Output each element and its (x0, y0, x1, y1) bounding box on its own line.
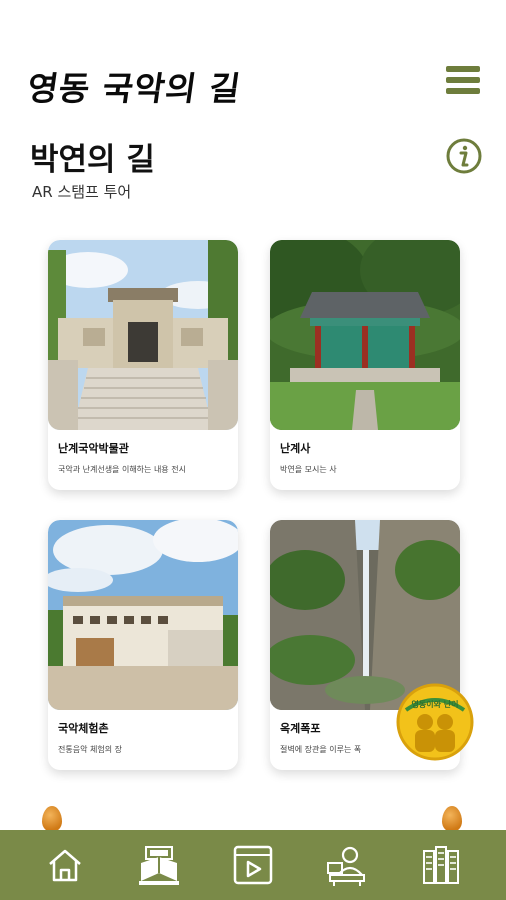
card-shrine[interactable]: 난계사 박연을 모시는 사 (270, 240, 460, 490)
card-museum-desc: 국악과 난계선생을 이해하는 내용 전시 (58, 465, 186, 474)
card-museum-name: 난계국악박물관 (58, 442, 129, 455)
page-title: 박연의 길 (30, 142, 155, 178)
experience-village-photo (48, 520, 238, 710)
video-icon[interactable] (228, 840, 278, 890)
card-waterfall-name: 옥계폭포 (280, 722, 321, 735)
bottom-nav (0, 830, 506, 900)
app-title: 영동 국악의 길 (24, 69, 244, 108)
mascot-badge-icon[interactable]: 영동이와 난이 (396, 680, 474, 764)
egg-left-icon (42, 806, 62, 832)
card-shrine-desc: 박연을 모시는 사 (280, 465, 337, 474)
card-museum[interactable]: 난계국악박물관 국악과 난계선생을 이해하는 내용 전시 (48, 240, 238, 490)
card-experience-village-desc: 전통음악 체험의 장 (58, 745, 122, 754)
info-icon[interactable] (446, 138, 482, 174)
book-icon[interactable] (134, 840, 184, 890)
card-shrine-name: 난계사 (280, 442, 311, 455)
page-subtitle: AR 스탬프 투어 (32, 183, 132, 201)
shrine-photo (270, 240, 460, 430)
egg-right-icon (442, 806, 462, 832)
mascot-badge-text: 영동이와 난이 (412, 699, 459, 709)
guide-icon[interactable] (322, 840, 372, 890)
card-experience-village-name: 국악체험촌 (58, 722, 109, 735)
hamburger-icon[interactable] (446, 66, 480, 96)
card-experience-village[interactable]: 국악체험촌 전통음악 체험의 장 (48, 520, 238, 770)
museum-photo (48, 240, 238, 430)
library-icon[interactable] (416, 840, 466, 890)
card-waterfall-desc: 절벽에 장관을 이루는 폭 (280, 745, 362, 754)
home-icon[interactable] (40, 840, 90, 890)
